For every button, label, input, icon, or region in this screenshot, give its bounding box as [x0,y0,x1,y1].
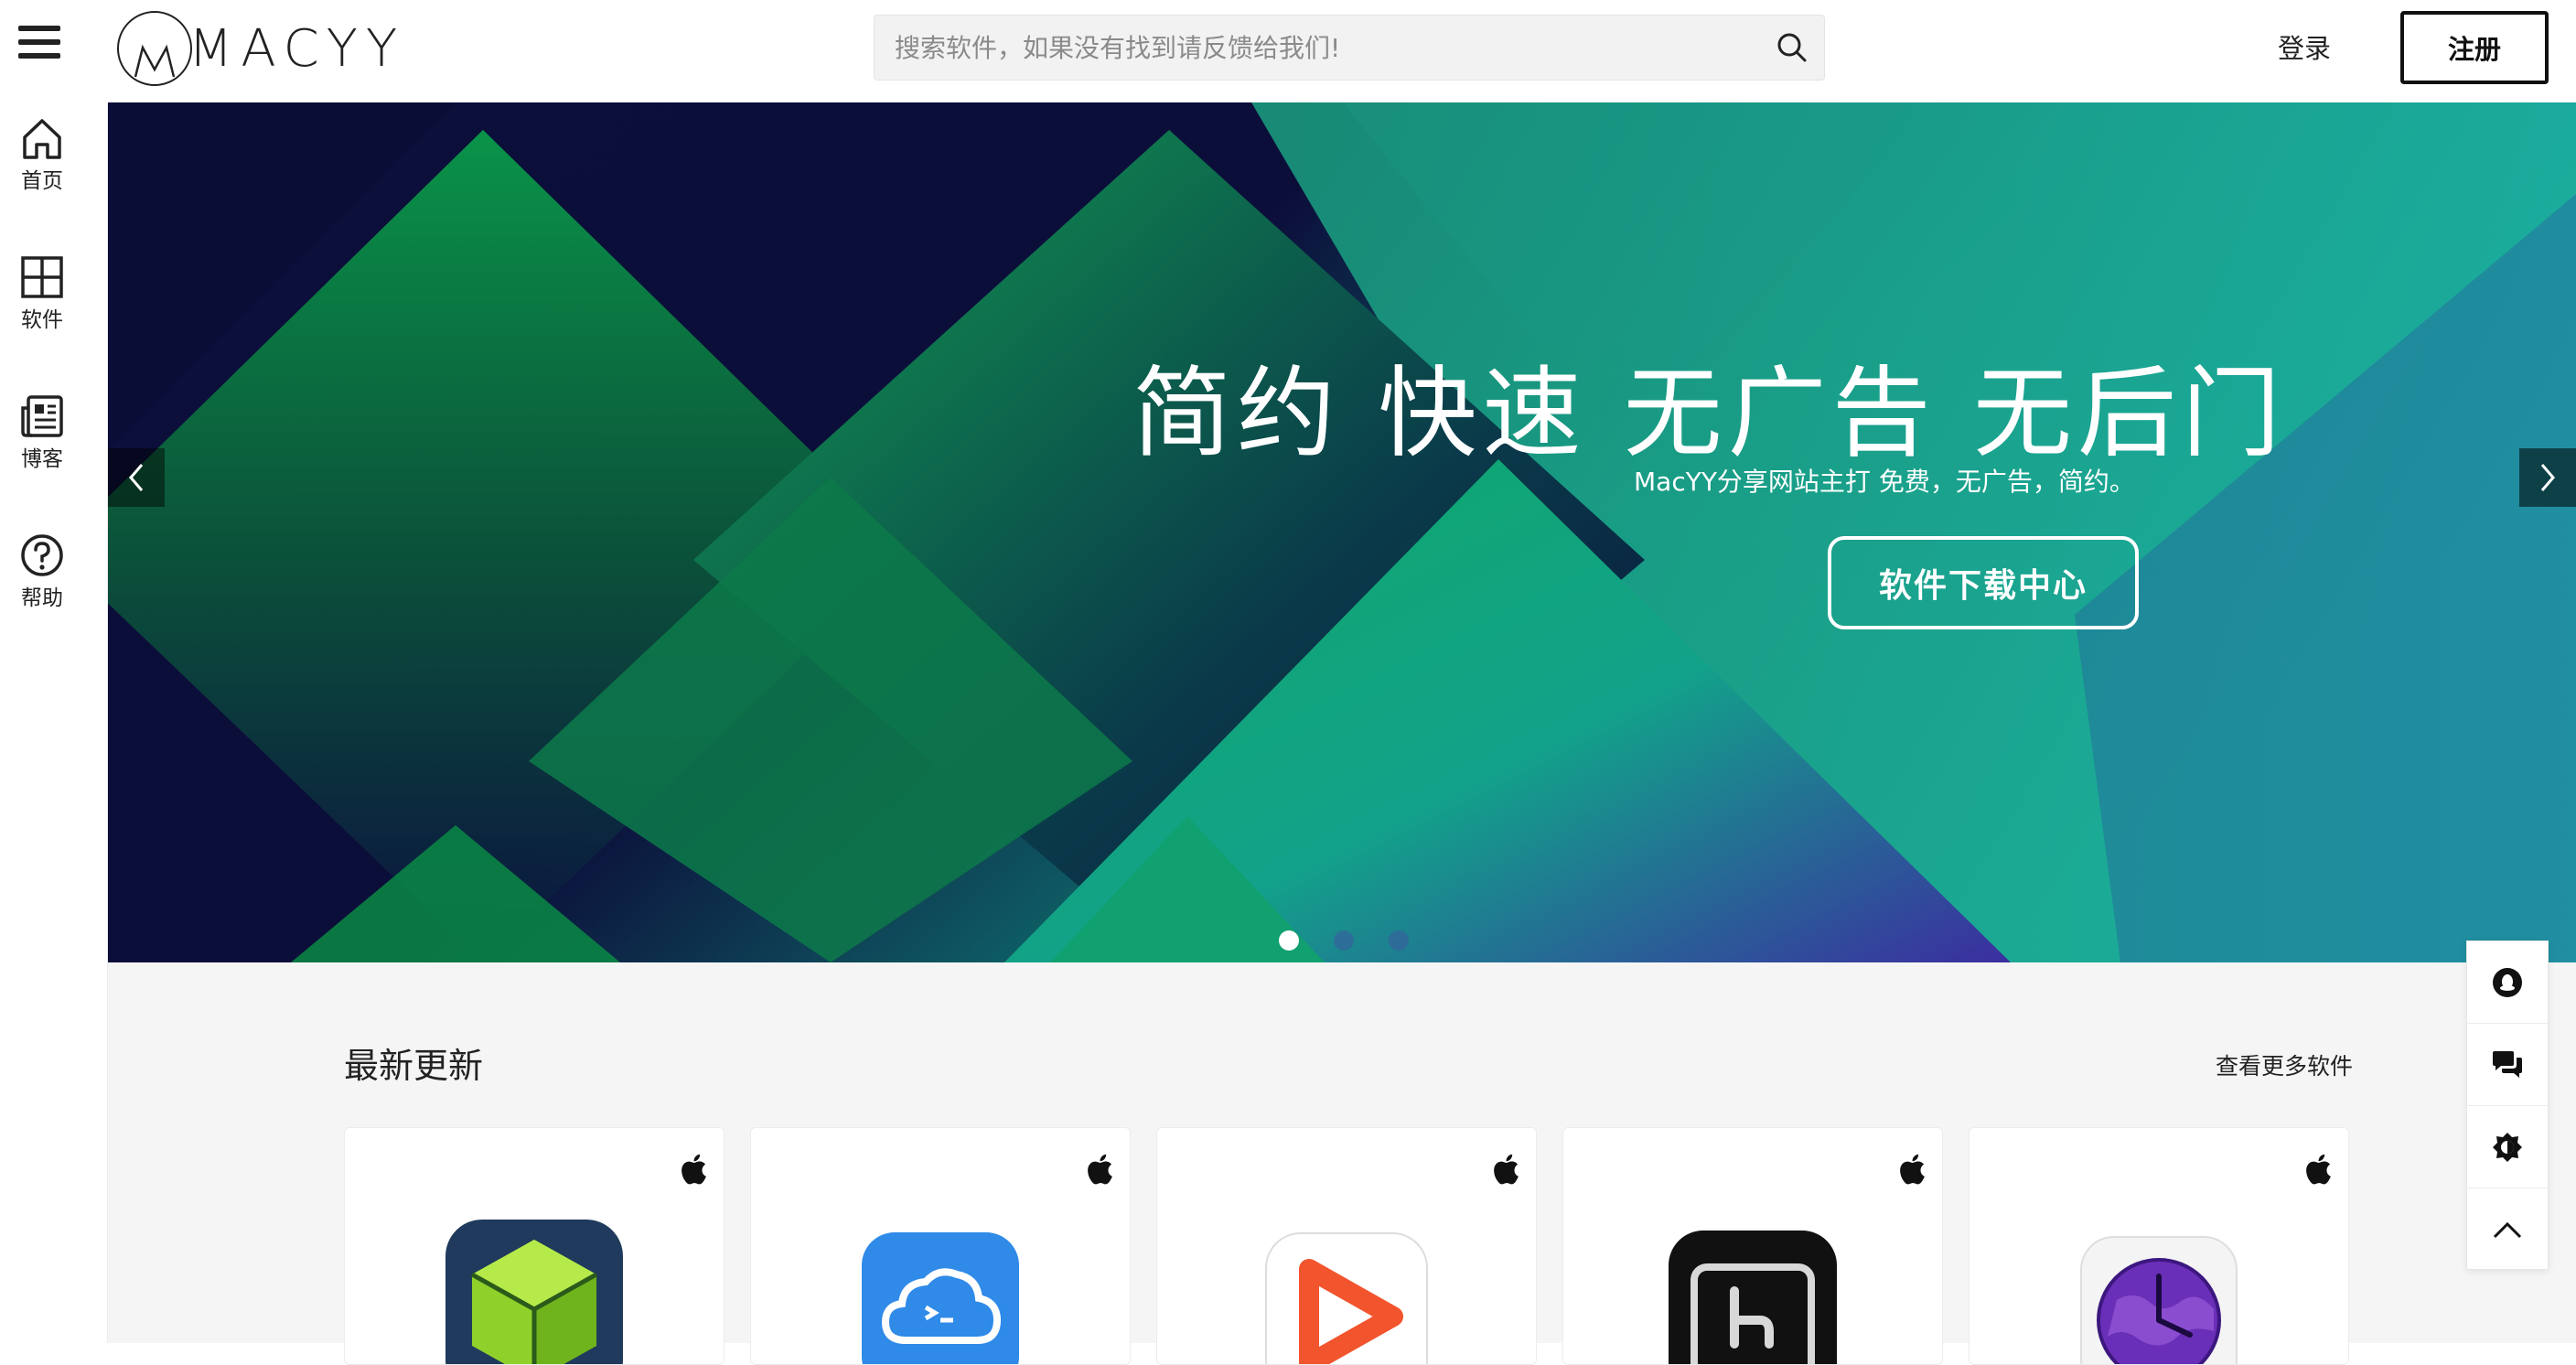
software-card[interactable] [1156,1127,1537,1365]
black-hand-app-icon [1669,1231,1837,1364]
apple-icon [1088,1154,1112,1185]
software-card[interactable] [750,1127,1131,1365]
carousel-dot[interactable] [1279,930,1299,951]
software-card[interactable] [1969,1127,2349,1365]
grid-icon [21,256,63,298]
download-center-button[interactable]: 软件下载中心 [1828,536,2139,629]
logo-mark-icon [115,9,194,88]
carousel-dot[interactable] [1334,930,1354,951]
theme-toggle-button[interactable] [2467,1106,2548,1188]
nav-item-help[interactable]: 帮助 [0,532,84,642]
site-logo[interactable]: MACYY [115,7,405,90]
top-header: MACYY 登录 注册 [0,0,2576,102]
hero-carousel: 简约 快速 无广告 无后门 MacYY分享网站主打 免费，无广告，简约。 软件下… [108,102,2576,962]
search-button[interactable] [1760,16,1824,80]
logo-text: MACYY [188,18,406,79]
latest-updates-section: 最新更新 查看更多软件 [108,962,2576,1365]
nav-item-label: 首页 [21,169,63,193]
apple-icon [2306,1154,2331,1185]
software-card[interactable] [344,1127,724,1365]
blog-icon [21,395,63,437]
orange-play-app-icon [1265,1232,1428,1364]
nav-item-label: 帮助 [21,586,63,610]
chat-icon [2493,1050,2522,1078]
apple-icon [682,1154,706,1185]
nav-item-label: 博客 [21,447,63,471]
nav-item-blog[interactable]: 博客 [0,393,84,503]
carousel-next-button[interactable] [2519,448,2576,507]
home-icon [23,119,61,159]
nav-item-software[interactable]: 软件 [0,254,84,364]
chat-button[interactable] [2467,1024,2548,1106]
software-card[interactable] [1562,1127,1943,1365]
green-cube-app-icon [445,1220,623,1364]
hero-headline: 简约 快速 无广告 无后门 [1132,357,2286,471]
chevron-right-icon [2540,464,2555,491]
back-to-top-button[interactable] [2467,1188,2548,1271]
qq-icon [2493,967,2522,997]
nav-item-home[interactable]: 首页 [0,115,84,225]
hero-subheadline: MacYY分享网站主打 免费，无广告，简约。 [1634,467,2135,497]
register-button[interactable]: 注册 [2400,11,2549,84]
theme-toggle-icon [2493,1132,2522,1162]
search-box [874,15,1825,81]
qq-contact-button[interactable] [2467,941,2548,1024]
carousel-prev-button[interactable] [108,448,165,507]
help-icon [21,534,63,576]
carousel-pagination [1279,930,1409,951]
section-title: 最新更新 [344,1046,484,1086]
nav-item-label: 软件 [21,308,63,332]
apple-icon [1900,1154,1925,1185]
view-more-link[interactable]: 查看更多软件 [2216,1048,2353,1081]
login-link[interactable]: 登录 [2278,27,2331,66]
search-input[interactable] [875,16,1760,80]
carousel-dot[interactable] [1389,930,1409,951]
floating-toolbar [2466,940,2549,1270]
chevron-left-icon [129,464,144,491]
menu-toggle-button[interactable] [18,26,66,70]
apple-icon [1494,1154,1519,1185]
menu-icon [18,26,60,31]
blue-cloud-terminal-app-icon [862,1232,1019,1364]
purple-globe-clock-app-icon [2080,1236,2238,1364]
search-icon [1777,33,1807,62]
hero-background [108,102,2576,962]
chevron-up-icon [2493,1221,2522,1239]
